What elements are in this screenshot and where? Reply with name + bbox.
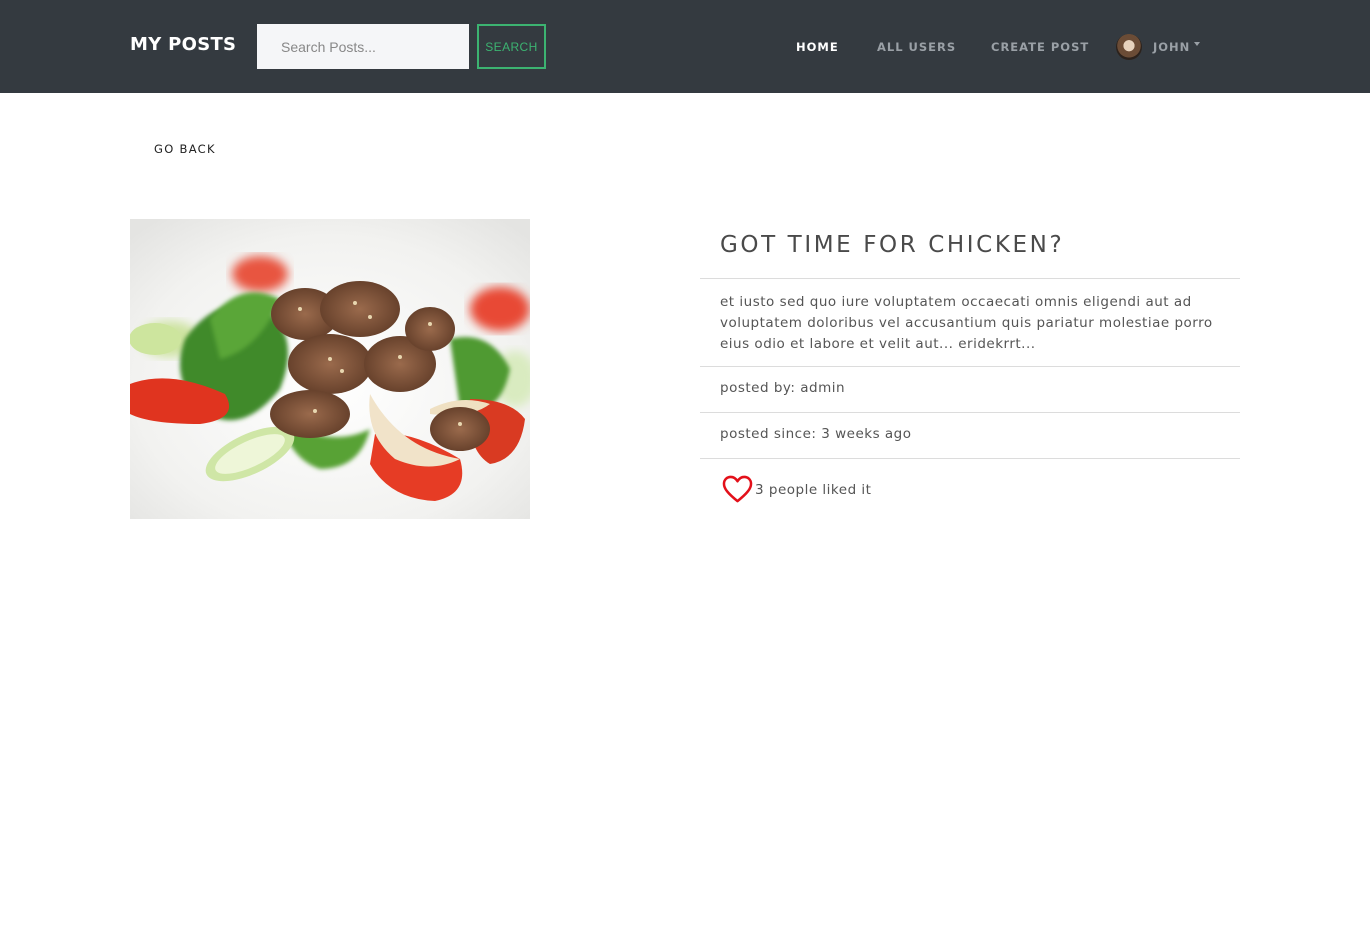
go-back-button[interactable]: GO BACK (154, 142, 216, 156)
search-input[interactable] (257, 24, 469, 69)
top-navbar: MY POSTS SEARCH HOME ALL USERS CREATE PO… (0, 0, 1370, 93)
caret-down-icon (1194, 42, 1201, 46)
post-details: GOT TIME FOR CHICKEN? et iusto sed quo i… (700, 219, 1240, 504)
likes-row: 3 people liked it (700, 459, 1240, 504)
nav-all-users-link[interactable]: ALL USERS (877, 40, 956, 54)
food-image (130, 219, 530, 519)
user-name: JOHN (1153, 40, 1191, 54)
post-description: et iusto sed quo iure voluptatem occaeca… (700, 279, 1240, 367)
post-title: GOT TIME FOR CHICKEN? (700, 219, 1240, 279)
brand-logo[interactable]: MY POSTS (130, 34, 236, 55)
nav-home-link[interactable]: HOME (796, 40, 839, 54)
likes-count-text: 3 people liked it (755, 481, 872, 498)
post-image (130, 219, 530, 519)
nav-create-post-link[interactable]: CREATE POST (991, 40, 1089, 54)
post-date: posted since: 3 weeks ago (700, 413, 1240, 459)
post-author: posted by: admin (700, 367, 1240, 413)
search-button[interactable]: SEARCH (477, 24, 546, 69)
user-avatar (1116, 34, 1142, 60)
user-dropdown[interactable]: JOHN (1116, 34, 1201, 60)
heart-icon[interactable] (722, 475, 753, 504)
